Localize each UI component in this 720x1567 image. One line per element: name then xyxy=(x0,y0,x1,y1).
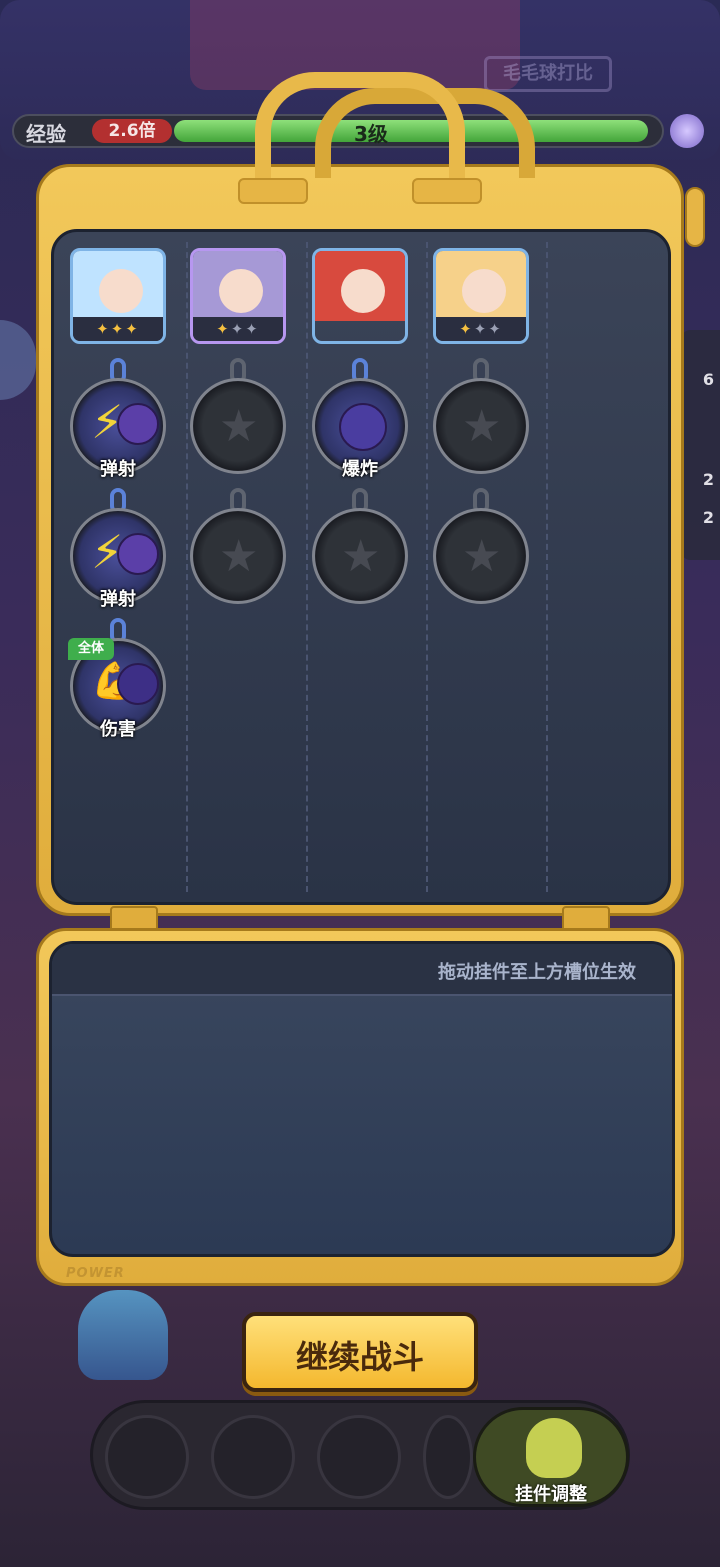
purple-monster-icon xyxy=(117,533,159,575)
bag-bottom-panel: 拖动挂件至上方槽位生效 xyxy=(36,928,684,1286)
exp-label: 经验 xyxy=(26,122,66,146)
star-icon: ✦ xyxy=(473,320,489,338)
star-icon: ✦ xyxy=(488,320,503,338)
right-side-panel[interactable]: 6 2 2 xyxy=(682,330,720,560)
handle-clip xyxy=(238,178,308,204)
empty-charm-slot[interactable]: ★ xyxy=(190,378,286,474)
handle-clip xyxy=(412,178,482,204)
left-side-tab[interactable] xyxy=(0,320,36,400)
star-placeholder-icon: ★ xyxy=(462,531,502,582)
hero-face-icon xyxy=(341,269,385,313)
bottom-skill-tray: 挂件调整 xyxy=(90,1400,630,1510)
tray-slot[interactable] xyxy=(317,1415,401,1499)
hero-straw-hat-portrait xyxy=(436,251,526,321)
column-divider xyxy=(306,242,308,892)
star-placeholder-icon: ★ xyxy=(462,401,502,452)
charm-label: 弹射 xyxy=(100,589,136,610)
hero-red-witch-portrait xyxy=(315,251,405,321)
bag-handle xyxy=(255,72,465,182)
hero-ice-girl-card[interactable]: ✦✦✦ xyxy=(70,248,166,344)
side-count: 6 xyxy=(702,370,714,389)
player-character-avatar xyxy=(78,1290,168,1380)
tray-slot[interactable] xyxy=(423,1415,473,1499)
empty-charm-slot[interactable]: ★ xyxy=(433,508,529,604)
star-icon: ✦ xyxy=(96,320,111,338)
hero-star-rating: ✦✦✦ xyxy=(193,317,283,341)
star-icon: ✦ xyxy=(459,320,474,338)
charm-label: 伤害 xyxy=(100,719,136,740)
hero-straw-hat-card[interactable]: ✦✦✦ xyxy=(433,248,529,344)
hero-robot-portrait xyxy=(193,251,283,321)
star-placeholder-icon: ★ xyxy=(219,401,259,452)
empty-charm-slot[interactable]: ★ xyxy=(312,508,408,604)
empty-charm-slot[interactable]: ★ xyxy=(433,378,529,474)
side-count: 2 xyxy=(702,470,714,489)
charm-label: 弹射 xyxy=(100,459,136,480)
hero-red-witch-card[interactable] xyxy=(312,248,408,344)
side-count: 2 xyxy=(702,508,714,527)
power-text: POWER xyxy=(66,1266,125,1281)
star-placeholder-icon: ★ xyxy=(341,531,381,582)
exp-multiplier: 2.6倍 xyxy=(92,119,172,143)
purple-monster-icon xyxy=(117,403,159,445)
charm-adjust-label: 挂件调整 xyxy=(515,1484,587,1505)
tray-slot[interactable] xyxy=(105,1415,189,1499)
star-icon: ✦ xyxy=(216,320,231,338)
zipper-icon xyxy=(685,187,705,247)
column-divider xyxy=(186,242,188,892)
hero-face-icon xyxy=(462,269,506,313)
charm-label: 爆炸 xyxy=(342,459,378,480)
rank-crown-icon[interactable] xyxy=(670,114,704,148)
bomb-monster-icon xyxy=(339,403,387,451)
charm-adjust-button[interactable]: 挂件调整 xyxy=(473,1407,629,1507)
charm-adjust-icon xyxy=(526,1418,582,1478)
continue-button-label: 继续战斗 xyxy=(295,1338,424,1376)
drag-hint-text: 拖动挂件至上方槽位生效 xyxy=(438,962,636,983)
column-divider xyxy=(546,242,548,892)
hero-face-icon xyxy=(99,269,143,313)
star-icon: ✦ xyxy=(110,320,126,338)
hero-face-icon xyxy=(219,269,263,313)
star-placeholder-icon: ★ xyxy=(219,531,259,582)
hero-ice-girl-portrait xyxy=(73,251,163,321)
inventory-header: 拖动挂件至上方槽位生效 xyxy=(52,944,672,996)
background-sign: 毛毛球打比 xyxy=(484,56,612,92)
star-icon: ✦ xyxy=(245,320,260,338)
charm-inventory-area[interactable]: 拖动挂件至上方槽位生效 xyxy=(49,941,675,1257)
continue-battle-button[interactable]: 继续战斗 xyxy=(242,1312,478,1392)
muscle-monster-icon xyxy=(117,663,159,705)
hero-star-rating: ✦✦✦ xyxy=(436,317,526,341)
star-icon: ✦ xyxy=(125,320,140,338)
hero-robot-card[interactable]: ✦✦✦ xyxy=(190,248,286,344)
scope-badge: 全体 xyxy=(68,638,114,660)
star-icon: ✦ xyxy=(230,320,246,338)
empty-charm-slot[interactable]: ★ xyxy=(190,508,286,604)
column-divider xyxy=(426,242,428,892)
tray-slot[interactable] xyxy=(211,1415,295,1499)
hero-star-rating: ✦✦✦ xyxy=(73,317,163,341)
